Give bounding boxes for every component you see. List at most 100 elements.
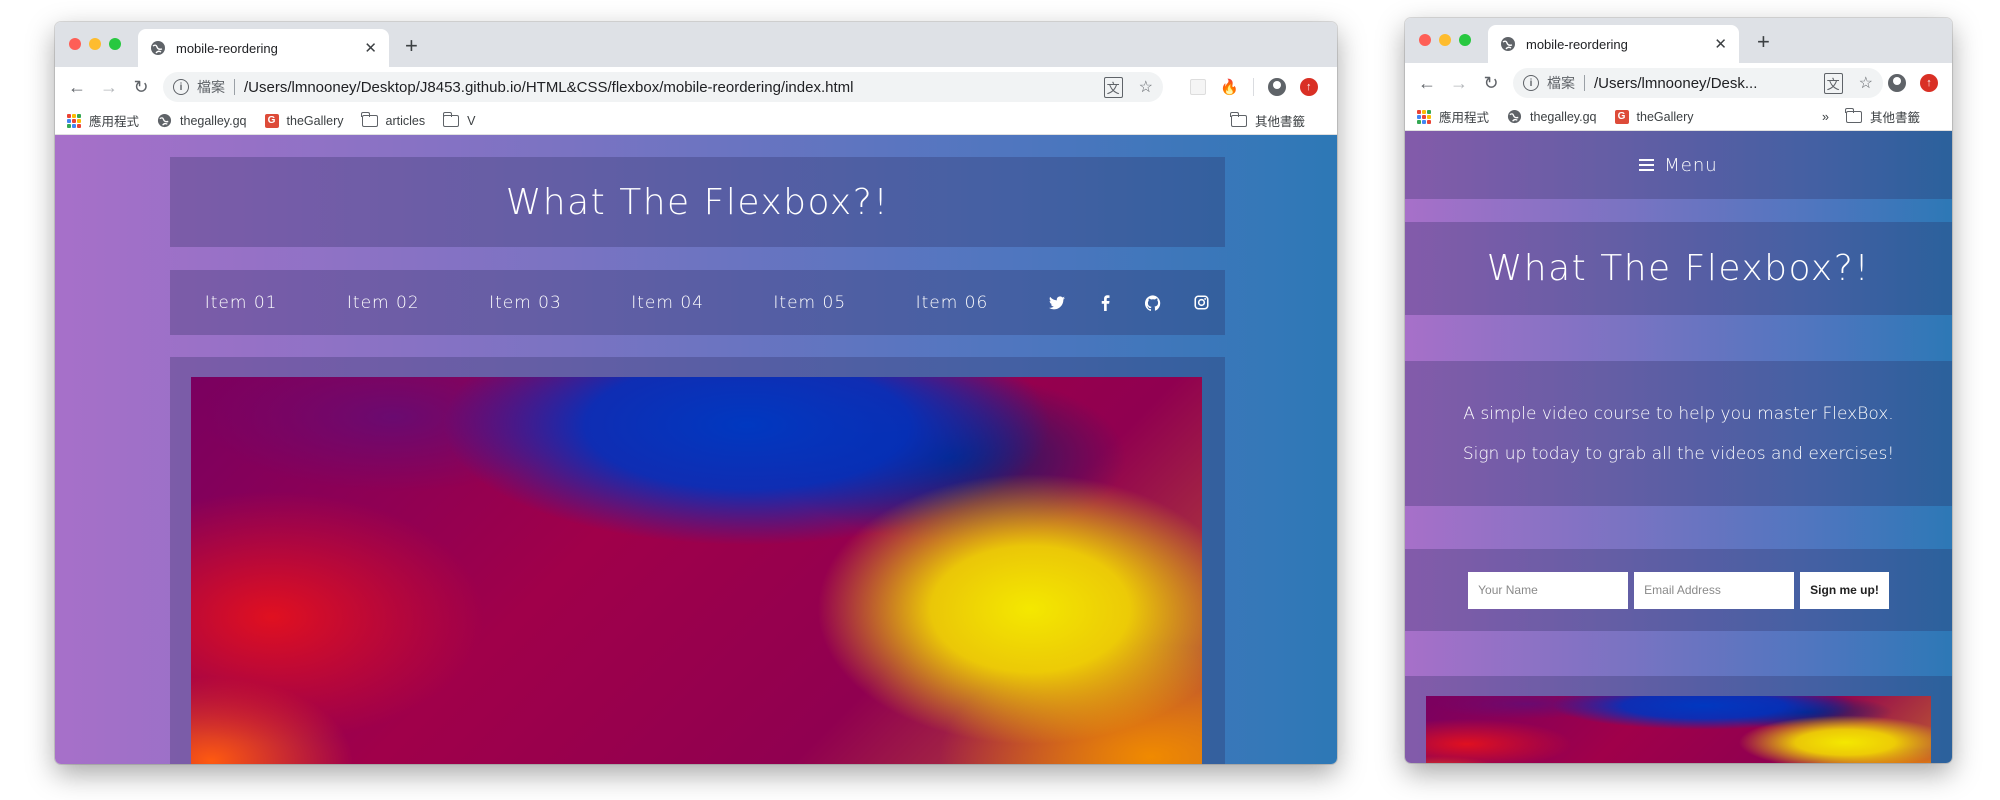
- extensions-area: 🔥 ↑: [1190, 78, 1318, 96]
- bookmarks-overflow-chevron[interactable]: »: [1822, 110, 1829, 124]
- new-tab-button[interactable]: +: [405, 33, 418, 59]
- update-icon[interactable]: ↑: [1920, 74, 1938, 92]
- nav-item-02[interactable]: Item 02: [312, 293, 454, 313]
- nav-item-03[interactable]: Item 03: [454, 293, 596, 313]
- browser-tab[interactable]: mobile-reordering ✕: [138, 29, 389, 67]
- reload-icon[interactable]: ↻: [1475, 73, 1507, 94]
- signup-button[interactable]: Sign me up!: [1800, 571, 1889, 609]
- star-icon[interactable]: ☆: [1139, 77, 1153, 97]
- bookmark-apps[interactable]: 應用程式: [1417, 107, 1489, 126]
- bookmarks-bar: 應用程式 thegalley.gq G theGallery » 其他書籤: [1405, 103, 1952, 131]
- toolbar: ← → ↻ i 檔案 /Users/lmnooney/Desktop/J8453…: [55, 67, 1337, 107]
- g-logo-icon: G: [1614, 109, 1629, 124]
- omnibox-actions: 文 ☆: [1823, 72, 1873, 94]
- desktop-browser-window: mobile-reordering ✕ + ← → ↻ i 檔案 /Users/…: [55, 22, 1337, 764]
- profile-avatar-icon[interactable]: [1267, 78, 1286, 96]
- star-icon[interactable]: ☆: [1859, 73, 1873, 93]
- url-text[interactable]: /Users/lmnooney/Desk...: [1594, 75, 1757, 92]
- translate-icon[interactable]: 文: [1823, 72, 1843, 94]
- bookmark-label: theGallery: [286, 113, 344, 128]
- window-controls: [69, 38, 121, 50]
- info-icon[interactable]: i: [1523, 75, 1539, 91]
- hero-image: [191, 377, 1202, 764]
- tagline-line-2: Sign up today to grab all the videos and…: [1462, 443, 1895, 464]
- other-bookmarks[interactable]: 其他書籤: [1845, 107, 1920, 126]
- file-scheme-label: 檔案: [197, 79, 225, 95]
- nav-item-06[interactable]: Item 06: [881, 293, 1023, 313]
- bookmark-thegallery[interactable]: G theGallery: [264, 113, 344, 128]
- url-text[interactable]: /Users/lmnooney/Desktop/J8453.github.io/…: [244, 79, 853, 96]
- folder-icon: [442, 111, 460, 127]
- new-tab-button[interactable]: +: [1757, 29, 1770, 55]
- mobile-menu-bar[interactable]: Menu: [1405, 131, 1952, 199]
- other-bookmarks[interactable]: 其他書籤: [1230, 111, 1305, 130]
- bookmark-thegalley[interactable]: thegalley.gq: [157, 113, 247, 128]
- email-input[interactable]: [1634, 571, 1795, 609]
- back-arrow-icon[interactable]: ←: [61, 77, 93, 98]
- separator: [1252, 78, 1254, 96]
- window-controls: [1419, 34, 1471, 46]
- profile-avatar-icon[interactable]: [1888, 74, 1906, 92]
- page-title: What The Flexbox?!: [1486, 248, 1871, 289]
- address-bar[interactable]: i 檔案 /Users/lmnooney/Desktop/J8453.githu…: [163, 72, 1163, 102]
- menu-label: Menu: [1664, 154, 1718, 176]
- instagram-icon[interactable]: [1177, 295, 1225, 310]
- bookmark-label: articles: [385, 113, 426, 128]
- bookmark-thegalley[interactable]: thegalley.gq: [1507, 109, 1597, 124]
- folder-icon: [1230, 111, 1247, 127]
- fire-extension-icon[interactable]: 🔥: [1220, 78, 1239, 96]
- site-header: What The Flexbox?!: [1405, 222, 1952, 315]
- globe-icon: [157, 113, 172, 128]
- maximize-window-button[interactable]: [1459, 34, 1471, 46]
- globe-icon: [150, 40, 166, 56]
- title-bar: mobile-reordering ✕ +: [1405, 18, 1952, 63]
- bookmark-articles[interactable]: articles: [361, 111, 426, 128]
- intro-section: A simple video course to help you master…: [1405, 361, 1952, 506]
- close-window-button[interactable]: [69, 38, 81, 50]
- info-icon[interactable]: i: [173, 79, 189, 95]
- forward-arrow-icon[interactable]: →: [93, 77, 125, 98]
- minimize-window-button[interactable]: [89, 38, 101, 50]
- bookmark-apps[interactable]: 應用程式: [67, 111, 139, 130]
- page-viewport: What The Flexbox?! Item 01 Item 02 Item …: [55, 135, 1337, 764]
- bookmarks-bar: 應用程式 thegalley.gq G theGallery articles …: [55, 107, 1337, 135]
- bookmark-label: thegalley.gq: [180, 113, 247, 128]
- bookmark-thegallery[interactable]: G theGallery: [1614, 109, 1694, 124]
- minimize-window-button[interactable]: [1439, 34, 1451, 46]
- site-nav: Item 01 Item 02 Item 03 Item 04 Item 05 …: [170, 270, 1225, 335]
- maximize-window-button[interactable]: [109, 38, 121, 50]
- forward-arrow-icon[interactable]: →: [1443, 73, 1475, 94]
- file-scheme-label: 檔案: [1547, 75, 1575, 91]
- tagline-line-1: A simple video course to help you master…: [1463, 403, 1894, 424]
- translate-icon[interactable]: 文: [1103, 76, 1123, 98]
- nav-item-04[interactable]: Item 04: [597, 293, 739, 313]
- update-icon[interactable]: ↑: [1299, 78, 1318, 96]
- hero-image-panel: [170, 357, 1225, 764]
- twitter-icon[interactable]: [1033, 295, 1081, 310]
- facebook-icon[interactable]: [1081, 294, 1129, 311]
- close-window-button[interactable]: [1419, 34, 1431, 46]
- nav-item-01[interactable]: Item 01: [170, 293, 312, 313]
- omnibox-actions: 文 ☆: [1103, 76, 1153, 98]
- name-input[interactable]: [1468, 571, 1629, 609]
- bookmark-label: thegalley.gq: [1530, 109, 1597, 124]
- reload-icon[interactable]: ↻: [125, 77, 157, 98]
- tab-title: mobile-reordering: [1526, 36, 1628, 52]
- bookmark-label: V: [467, 113, 476, 128]
- site-header: What The Flexbox?!: [170, 157, 1225, 247]
- browser-tab[interactable]: mobile-reordering ✕: [1488, 25, 1739, 63]
- bookmark-v[interactable]: V: [442, 111, 476, 128]
- github-icon[interactable]: [1129, 294, 1177, 311]
- bookmark-label: theGallery: [1636, 109, 1694, 124]
- address-bar[interactable]: i 檔案 /Users/lmnooney/Desk... 文 ☆: [1513, 68, 1883, 98]
- close-tab-icon[interactable]: ✕: [364, 39, 377, 57]
- folder-icon: [361, 111, 378, 127]
- extension-icon[interactable]: [1190, 79, 1206, 95]
- apps-grid-icon: [67, 113, 81, 128]
- separator: [1584, 75, 1585, 91]
- back-arrow-icon[interactable]: ←: [1411, 73, 1443, 94]
- page-title: What The Flexbox?!: [505, 181, 890, 223]
- close-tab-icon[interactable]: ✕: [1714, 35, 1727, 53]
- other-bookmarks-label: 其他書籤: [1869, 111, 1920, 125]
- nav-item-05[interactable]: Item 05: [739, 293, 881, 313]
